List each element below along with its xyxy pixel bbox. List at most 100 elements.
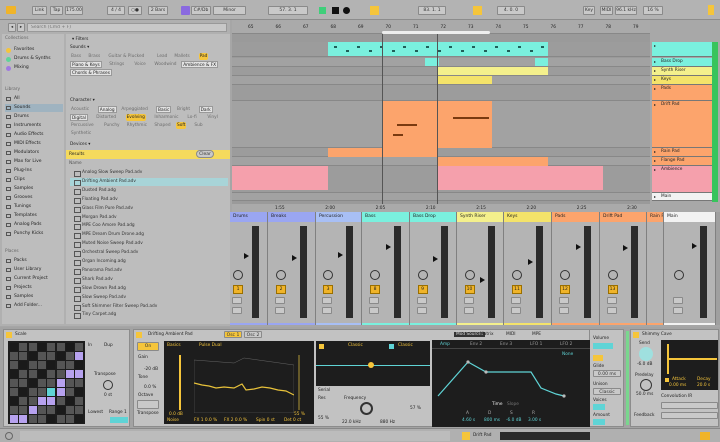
sidebar-item-sounds[interactable]: Sounds: [5, 104, 63, 112]
scale-pad[interactable]: [65, 388, 74, 396]
arm-button[interactable]: [275, 307, 285, 314]
octave-selector[interactable]: [137, 400, 159, 409]
scale-pad[interactable]: [10, 415, 18, 423]
arm-button[interactable]: [511, 307, 521, 314]
clip[interactable]: [535, 58, 548, 66]
filter-tag[interactable]: Sub: [193, 122, 203, 129]
scale-pad[interactable]: [10, 397, 18, 405]
result-item[interactable]: Dusted Pad.adg: [70, 187, 228, 195]
track-name[interactable]: Synth Riser: [457, 212, 503, 222]
arm-button[interactable]: [232, 307, 242, 314]
sidebar-place-item[interactable]: Current Project: [5, 275, 63, 283]
unison-dropdown[interactable]: Classic: [593, 388, 621, 395]
spin-value[interactable]: Spin 0 st: [256, 418, 275, 423]
track-name[interactable]: Rain P: [647, 212, 663, 222]
scale-pad[interactable]: [28, 370, 37, 378]
volume-fader[interactable]: [528, 259, 533, 265]
scale-pad[interactable]: [56, 343, 65, 351]
search-input[interactable]: [27, 23, 227, 32]
result-item[interactable]: Floating Pad.adv: [70, 196, 228, 204]
track-lane[interactable]: [232, 148, 650, 157]
scale-pad[interactable]: [65, 343, 74, 351]
arm-button[interactable]: [673, 307, 683, 314]
volume-field[interactable]: [593, 343, 613, 349]
sidebar-item-analog-pads[interactable]: Analog Pads: [5, 221, 63, 229]
settings-icon[interactable]: [5, 432, 13, 440]
envelope-param-value[interactable]: 3.00 s: [528, 418, 541, 423]
overview-scroller[interactable]: [500, 432, 590, 440]
tone-value[interactable]: 0.0 %: [144, 385, 156, 390]
track-header[interactable]: Flange Pad: [652, 157, 712, 166]
filter-tag[interactable]: Acoustic: [70, 106, 90, 113]
filter-tag[interactable]: Chords & Phrases: [70, 69, 112, 76]
scale-icon[interactable]: [181, 6, 190, 15]
res2-value[interactable]: 57 %: [410, 406, 421, 411]
pan-knob[interactable]: [417, 270, 428, 280]
decay-value[interactable]: 20.0 s: [697, 383, 710, 388]
scale-pad[interactable]: [47, 370, 56, 378]
pan-knob[interactable]: [276, 270, 286, 280]
bar-ruler[interactable]: 65 66 67 68 69 70 71 72 73 74 75 76 77 78 79: [232, 20, 650, 34]
scale-pad[interactable]: [10, 343, 18, 351]
level-slider[interactable]: [179, 355, 181, 410]
track-activator-button[interactable]: 1: [233, 285, 243, 294]
sidebar-collection-item[interactable]: Mixing: [5, 64, 63, 72]
result-item[interactable]: Soft Shimmer Filter Sweep Pad.adv: [70, 303, 228, 311]
scale-pad[interactable]: [19, 397, 28, 405]
scale-pad[interactable]: [28, 388, 37, 396]
filter-tag[interactable]: Inharmonic: [153, 114, 179, 121]
arrangement-position[interactable]: 57. 3. 1: [268, 6, 308, 15]
filter-tag[interactable]: Basic: [156, 106, 172, 113]
track-header[interactable]: Keys: [652, 76, 712, 85]
filter-tag[interactable]: Ambience & FX: [181, 61, 219, 68]
track-activator-button[interactable]: 8: [370, 285, 380, 294]
loop-length-field[interactable]: 4. 0. 0: [497, 6, 525, 15]
volume-fader[interactable]: [480, 277, 485, 283]
track-activator-button[interactable]: 12: [560, 285, 570, 294]
filter-tag[interactable]: Percussive: [70, 122, 95, 129]
pan-knob[interactable]: [323, 270, 333, 280]
envelope-param-value[interactable]: 800 ms: [484, 418, 500, 423]
result-item[interactable]: Drifting Ambient Pad.adv: [70, 177, 228, 186]
scale-pad[interactable]: [47, 415, 56, 423]
scale-pad[interactable]: [47, 352, 56, 360]
pan-knob[interactable]: [370, 270, 380, 280]
envelope-tab[interactable]: Amp: [440, 342, 450, 347]
scale-pad[interactable]: [47, 343, 56, 351]
scale-pad[interactable]: [56, 415, 65, 423]
quantize-dropdown[interactable]: 2 Bars: [148, 6, 168, 15]
amount-field[interactable]: [593, 419, 605, 425]
track-activator-button[interactable]: 2: [276, 285, 286, 294]
envelope-graph[interactable]: [436, 358, 586, 398]
clear-filters-button[interactable]: Clear: [196, 150, 214, 158]
attack-toggle[interactable]: [665, 378, 669, 382]
filter2-type[interactable]: Classic: [398, 343, 413, 348]
fx1-value[interactable]: FX 1 0.0 %: [194, 418, 217, 423]
filter-tag[interactable]: Vinyl: [206, 114, 219, 121]
scale-pad[interactable]: [47, 406, 56, 414]
send-knob[interactable]: [639, 347, 653, 361]
midi-map-button[interactable]: MIDI: [600, 6, 613, 15]
ir-file-dropdown[interactable]: [661, 412, 718, 419]
scale-pad[interactable]: [28, 343, 37, 351]
track-name[interactable]: Breaks: [268, 212, 315, 222]
filter-tag[interactable]: Dark: [198, 106, 213, 113]
gain-value[interactable]: -20 dB: [144, 367, 158, 372]
filter-tag[interactable]: Synthetic: [70, 130, 92, 137]
scale-pad[interactable]: [47, 379, 56, 387]
track-name[interactable]: Drums: [230, 212, 267, 222]
scale-pad[interactable]: [75, 352, 84, 360]
scale-pad[interactable]: [56, 406, 65, 414]
device-power-icon[interactable]: [136, 332, 142, 338]
sidebar-collection-item[interactable]: Drums & Synths: [5, 55, 63, 63]
menu-icon[interactable]: [708, 5, 714, 15]
scale-pad[interactable]: [37, 370, 46, 378]
scale-pad[interactable]: [75, 361, 84, 369]
scale-pad[interactable]: [65, 361, 74, 369]
filter-tag[interactable]: Woodwind: [153, 61, 177, 68]
scale-pad[interactable]: [19, 406, 28, 414]
track-name[interactable]: Percussion: [316, 212, 361, 222]
scale-pad[interactable]: [37, 361, 46, 369]
sidebar-place-item[interactable]: Samples: [5, 293, 63, 301]
sidebar-item-samples[interactable]: Samples: [5, 185, 63, 193]
